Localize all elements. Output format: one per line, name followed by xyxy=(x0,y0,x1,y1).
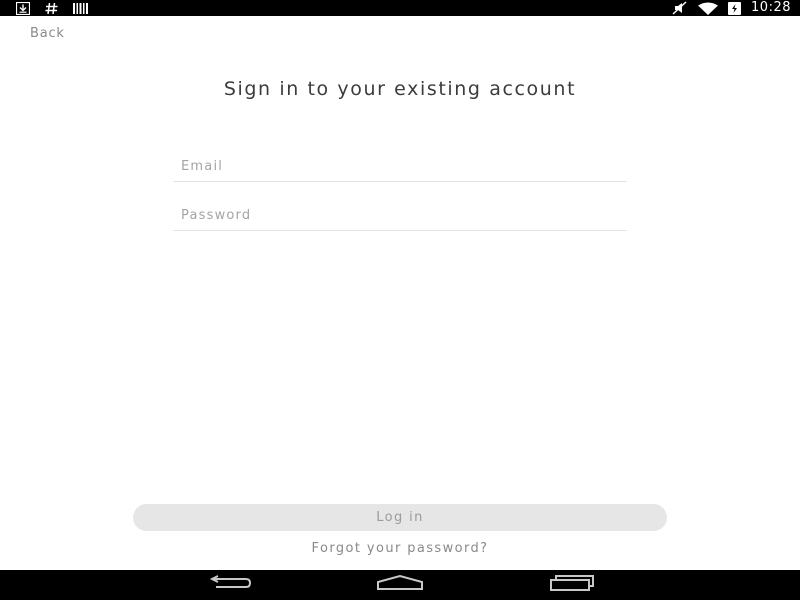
download-icon xyxy=(16,0,30,16)
nav-recents-button[interactable] xyxy=(537,570,607,600)
email-field[interactable] xyxy=(173,152,627,182)
forgot-password-link[interactable]: Forgot your password? xyxy=(200,541,600,556)
nav-back-button[interactable] xyxy=(194,570,264,600)
login-button[interactable]: Log in xyxy=(133,504,667,531)
status-left-icons xyxy=(16,0,88,16)
navigation-bar xyxy=(0,570,800,600)
mute-icon xyxy=(672,0,688,16)
page-title: Sign in to your existing account xyxy=(223,78,577,100)
password-field[interactable] xyxy=(173,201,627,231)
status-bar: 10:28 xyxy=(0,0,800,16)
wifi-icon xyxy=(698,0,719,16)
home-icon xyxy=(376,574,424,595)
battery-charging-icon xyxy=(728,0,742,16)
barcode-icon xyxy=(73,0,88,16)
status-right-icons: 10:28 xyxy=(672,0,791,16)
back-link[interactable]: Back xyxy=(30,26,65,41)
nav-home-button[interactable] xyxy=(365,570,435,600)
back-icon xyxy=(206,575,252,595)
recents-icon xyxy=(549,575,595,595)
hash-icon xyxy=(45,0,58,16)
status-time: 10:28 xyxy=(751,0,791,15)
